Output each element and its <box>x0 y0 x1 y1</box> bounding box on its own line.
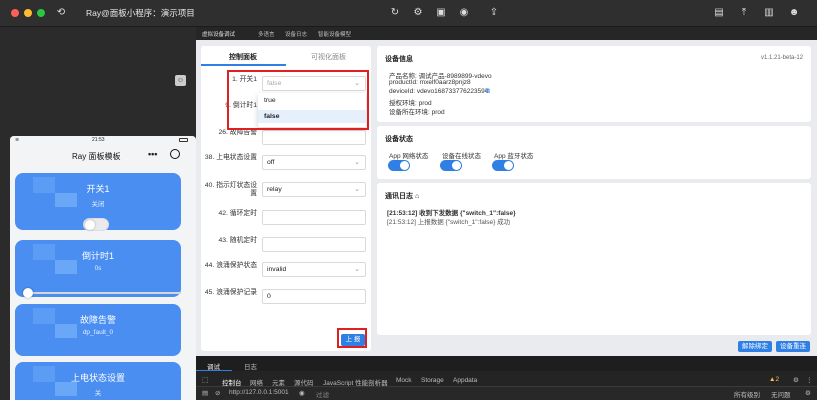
editor-tabs: 虚拟设备调试 多语言 设备日志 智能设备模型 <box>196 27 817 40</box>
card-sub: 关闭 <box>91 201 105 208</box>
status-label-network: App 网络状态 <box>389 153 429 160</box>
card-title: 倒计时1 <box>81 251 114 261</box>
tab-i18n[interactable]: 多语言 <box>258 30 275 38</box>
tab-device-model[interactable]: 智能设备模型 <box>318 30 351 38</box>
reconnect-button[interactable]: 设备重连 <box>776 341 810 352</box>
device-icon[interactable]: ▣ <box>434 6 448 20</box>
close-miniapp-icon[interactable] <box>170 149 180 159</box>
tab-log[interactable]: 日志 <box>244 361 257 371</box>
status-label-bluetooth: App 蓝牙状态 <box>494 153 534 160</box>
status-label-online: 设备在线状态 <box>442 153 481 160</box>
card-sub: dp_fault_0 <box>82 329 114 336</box>
info-line: 设备所在环境: prod <box>389 109 445 116</box>
dp-label-cycle-timer: 42. 循环定时 <box>218 210 257 217</box>
dp-select-surge-state[interactable]: invalid ⌄ <box>262 262 366 277</box>
console-url[interactable]: http://127.0.0.1:5001 <box>229 389 289 396</box>
dp-input-random-timer[interactable] <box>262 237 366 252</box>
settings-icon[interactable]: ⚙ <box>793 376 799 384</box>
highlight-box <box>227 70 369 130</box>
online-toggle[interactable] <box>440 160 462 171</box>
dp-input-cycle-timer[interactable] <box>262 210 366 225</box>
dp-label-surge-state: 44. 浪涌保护状态 <box>204 262 257 269</box>
card-title: 开关1 <box>86 184 110 194</box>
level-select[interactable]: 所有级别 <box>734 389 760 399</box>
panel-appdata[interactable]: Appdata <box>453 377 477 384</box>
devtools-panel: 调试 日志 ⬚ 控制台 网络 元素 源代码 JavaScript 性能剖析器 M… <box>196 356 817 400</box>
device-info-title: 设备信息 <box>385 56 413 63</box>
inspect-icon[interactable]: ⬚ <box>202 376 209 384</box>
refresh-icon[interactable]: ↻ <box>388 6 402 20</box>
phone-title: Ray 面板模板 <box>72 152 121 161</box>
wifi-icon: ≋ <box>15 137 20 143</box>
upload-icon[interactable]: ⇪ <box>487 6 501 20</box>
window-title: Ray@面板小程序：演示项目 <box>86 8 195 18</box>
tab-device-log[interactable]: 设备日志 <box>285 30 307 38</box>
warning-icon[interactable]: ▲ 2 <box>769 376 779 383</box>
card-title: 故障告警 <box>79 315 116 325</box>
more-icon[interactable]: ••• <box>148 149 157 159</box>
tab-control-panel[interactable]: 控制面板 <box>229 52 257 62</box>
dp-label-power-on: 38. 上电状态设置 <box>204 154 257 161</box>
switch-toggle[interactable] <box>83 218 109 231</box>
device-info-card: 设备信息 v1.1.21-beta-12 产品名称: 调试产品-8989899-… <box>377 46 811 122</box>
terminal-icon[interactable]: ▤ <box>712 6 726 20</box>
dp-input-fault[interactable] <box>262 130 366 145</box>
user-icon[interactable]: ☺ <box>175 75 186 86</box>
network-toggle[interactable] <box>388 160 410 171</box>
tab-visual-panel[interactable]: 可视化面板 <box>311 52 346 62</box>
dp-select-power-on[interactable]: off ⌄ <box>262 155 366 170</box>
dp-label-random-timer: 43. 随机定时 <box>218 237 257 244</box>
dp-label-indicator: 40. 指示灯状态设置 <box>204 182 257 197</box>
preview-icon[interactable]: ◉ <box>457 6 471 20</box>
card-sub: 0s <box>94 265 102 272</box>
export-icon[interactable]: ⤒ <box>737 6 751 20</box>
info-line: productId: mxelf0aarz8pnjz8 <box>389 79 471 86</box>
tab-virtual-device[interactable]: 虚拟设备调试 <box>202 30 235 38</box>
debug-icon[interactable]: ⚙ <box>411 6 425 20</box>
card-countdown[interactable]: 倒计时1 0s <box>15 240 181 297</box>
battery-icon <box>179 138 188 142</box>
eye-icon[interactable]: ◉ <box>299 389 305 397</box>
unbind-button[interactable]: 解除绑定 <box>738 341 772 352</box>
maximize-window-button[interactable] <box>37 9 45 17</box>
card-title: 上电状态设置 <box>70 373 125 383</box>
panel-storage[interactable]: Storage <box>421 377 444 384</box>
close-window-button[interactable] <box>11 9 19 17</box>
device-status-title: 设备状态 <box>385 136 413 143</box>
active-tab-indicator <box>201 64 286 66</box>
minimize-window-button[interactable] <box>24 9 32 17</box>
bluetooth-toggle[interactable] <box>492 160 514 171</box>
user-icon[interactable]: ☻ <box>787 6 801 20</box>
settings-icon[interactable]: ⚙ <box>805 389 811 397</box>
card-power-on-state[interactable]: 上电状态设置 关 <box>15 362 181 400</box>
dp-label-surge-record: 45. 浪涌保护记录 <box>204 289 257 296</box>
device-status-card: 设备状态 App 网络状态 设备在线状态 App 蓝牙状态 <box>377 126 811 179</box>
more-icon[interactable]: ⋮ <box>806 376 813 384</box>
card-sub: 关 <box>94 390 102 397</box>
comm-log-title: 通讯日志 ⌂ <box>385 193 420 200</box>
card-fault[interactable]: 故障告警 dp_fault_0 <box>15 304 181 356</box>
sidebar-icon[interactable]: ▤ <box>202 389 208 397</box>
clear-console-icon[interactable]: ⊘ <box>215 389 220 397</box>
version-label: v1.1.21-beta-12 <box>760 55 803 61</box>
comm-log-card: 通讯日志 ⌂ [21:53:12] 收到下发数据 {"switch_1":fal… <box>377 183 811 335</box>
clear-icon[interactable]: ⌂ <box>415 193 419 200</box>
highlight-box <box>337 328 367 348</box>
back-icon[interactable]: ⟲ <box>54 6 68 20</box>
issues-label: 无问题 <box>771 392 791 399</box>
log-line: [21:53:12] 上报数据 {"switch_1":false} 成功 <box>387 219 511 226</box>
info-line: deviceId: vdevo168733776223594 <box>389 88 489 95</box>
copy-icon[interactable]: ⧉ <box>485 88 490 96</box>
dp-select-indicator[interactable]: relay ⌄ <box>262 182 366 197</box>
title-bar: ⟲ Ray@面板小程序：演示项目 ↻ ⚙ ▣ ◉ ⇪ ▤ ⤒ ▥ ☻ <box>0 0 817 27</box>
dp-input-surge-record[interactable]: 0 <box>262 289 366 304</box>
delete-icon[interactable]: ▥ <box>762 6 776 20</box>
status-time: 21:53 <box>92 137 105 143</box>
phone-simulator: ≋ 21:53 Ray 面板模板 ••• 开关1 关闭 倒计时1 0s 故障告警… <box>10 136 196 400</box>
filter-input[interactable]: 过滤 <box>316 389 329 399</box>
panel-mock[interactable]: Mock <box>396 377 412 384</box>
countdown-slider[interactable] <box>23 288 181 298</box>
